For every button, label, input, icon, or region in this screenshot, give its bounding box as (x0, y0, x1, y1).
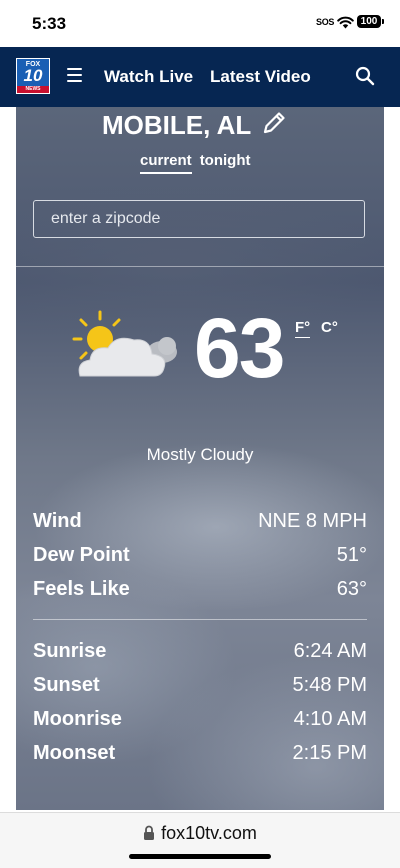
logo-news-text: NEWS (17, 86, 49, 93)
detail-value: 51° (336, 544, 367, 566)
search-icon[interactable] (355, 66, 375, 91)
latest-video-link[interactable]: Latest Video (210, 67, 311, 87)
browser-url-bar[interactable]: fox10tv.com (0, 812, 400, 868)
detail-value: NNE 8 MPH (258, 510, 367, 532)
partly-sunny-cloud-icon (72, 310, 180, 387)
fox10-logo[interactable]: FOX 10 NEWS (16, 58, 50, 94)
temperature-value: 63 (194, 301, 285, 395)
astro-label: Sunset (33, 674, 100, 696)
astro-value: 6:24 AM (293, 640, 367, 662)
forecast-tabs: current tonight (140, 152, 259, 174)
weather-panel: MOBILE, AL current tonight enter a zipco… (16, 107, 384, 810)
watch-live-link[interactable]: Watch Live (104, 67, 193, 87)
condition-text: Mostly Cloudy (146, 445, 254, 464)
city-name: MOBILE, AL (102, 110, 252, 140)
url-text: fox10tv.com (161, 823, 257, 843)
site-navbar: FOX 10 NEWS Watch Live Latest Video (0, 47, 400, 107)
astro-label: Moonrise (33, 708, 122, 730)
logo-number: 10 (23, 66, 43, 85)
unit-fahrenheit-toggle[interactable]: F° (295, 319, 311, 338)
astro-value: 2:15 PM (292, 742, 367, 764)
astro-value: 5:48 PM (292, 674, 367, 696)
url-display[interactable]: fox10tv.com (0, 823, 400, 846)
divider (33, 619, 367, 620)
status-bar: 5:33 SOS 100 (0, 0, 400, 47)
astro-label: Sunrise (33, 640, 107, 662)
hamburger-icon[interactable] (67, 68, 82, 82)
city-header: MOBILE, AL (102, 110, 287, 141)
detail-label: Wind (33, 510, 82, 532)
astro-value: 4:10 AM (293, 708, 367, 730)
detail-value: 63° (336, 578, 367, 600)
pencil-icon[interactable] (261, 110, 287, 141)
zipcode-input[interactable] (33, 200, 365, 238)
battery-icon: 100 (357, 15, 384, 28)
home-indicator[interactable] (129, 854, 271, 859)
wifi-icon (337, 16, 354, 34)
detail-label: Feels Like (33, 578, 130, 600)
divider (16, 266, 384, 267)
lock-icon (143, 825, 155, 846)
tab-current[interactable]: current (140, 152, 192, 174)
unit-celsius-toggle[interactable]: C° (321, 319, 338, 336)
status-time: 5:33 (32, 14, 67, 33)
sos-indicator: SOS (316, 17, 335, 27)
detail-label: Dew Point (33, 544, 130, 566)
tab-tonight[interactable]: tonight (200, 152, 251, 174)
astro-label: Moonset (33, 742, 116, 764)
